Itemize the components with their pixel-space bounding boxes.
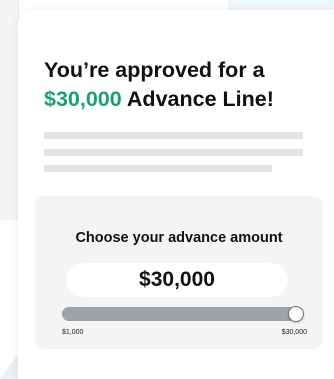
headline-line1: You’re approved for a [44,58,265,82]
advance-amount-title: Choose your advance amount [75,230,283,246]
headline-amount: $30,000 [44,87,122,111]
slider-min-label: $1,000 [62,329,84,336]
placeholder-line-3 [44,165,272,172]
slider-max-label: $30,000 [281,329,307,336]
approval-card: You’re approved for a $30,000 Advance Li… [18,10,334,379]
placeholder-line-1 [44,132,303,139]
background-panel-left [0,0,19,220]
slider-fill [62,307,296,321]
advance-amount-slider[interactable] [62,306,304,322]
slider-thumb[interactable] [288,306,304,322]
headline-suffix: Advance Line! [126,87,274,111]
advance-amount-panel: Choose your advance amount $30,000 $1,00… [35,196,323,349]
selected-amount-display: $30,000 [66,263,288,297]
approval-headline: You’re approved for a $30,000 Advance Li… [44,56,324,114]
placeholder-line-2 [44,149,303,156]
